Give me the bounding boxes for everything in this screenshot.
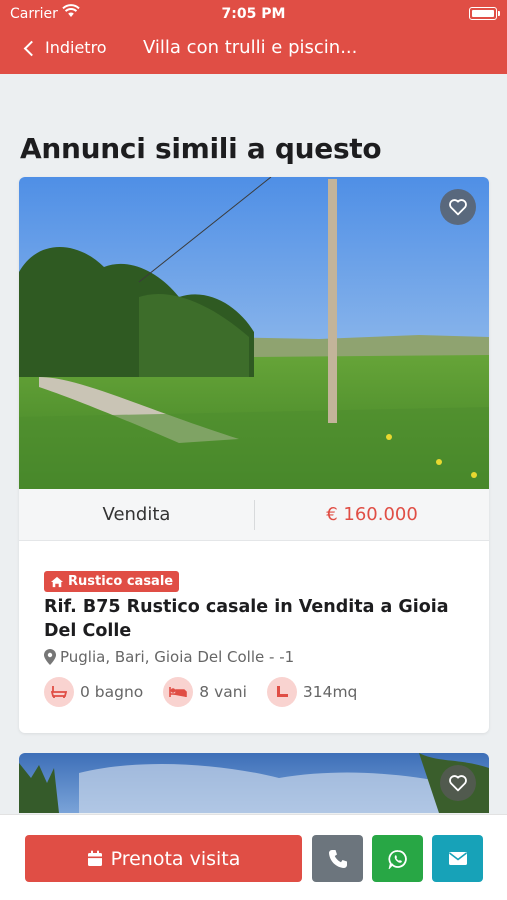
chevron-left-icon: [23, 40, 40, 56]
listing-price: € 160.000: [326, 504, 418, 525]
category-badge: Rustico casale: [44, 571, 180, 592]
feature-rooms: 8 vani: [163, 677, 247, 707]
heart-icon: [449, 199, 467, 216]
feature-area: 314mq: [266, 677, 358, 707]
navigation-bar: Carrier 7:05 PM Indietro Villa con trull…: [0, 0, 507, 74]
listing-card[interactable]: Vendita € 160.000 Rustico casale Rif. B7…: [19, 177, 489, 733]
location-text: Puglia, Bari, Gioia Del Colle - -1: [60, 648, 295, 666]
back-label: Indietro: [45, 38, 107, 57]
section-title: Annunci simili a questo: [20, 132, 382, 165]
clock: 7:05 PM: [221, 6, 286, 22]
phone-icon: [328, 849, 347, 868]
listing-title[interactable]: Rif. B75 Rustico casale in Vendita a Gio…: [44, 595, 474, 643]
bath-icon: [44, 677, 74, 707]
email-button[interactable]: [432, 835, 483, 882]
envelope-icon: [448, 852, 467, 865]
back-button[interactable]: Indietro: [23, 38, 107, 57]
status-bar: Carrier 7:05 PM: [0, 0, 507, 28]
category-label: Rustico casale: [68, 574, 174, 589]
listing-card-2[interactable]: [19, 753, 489, 813]
whatsapp-icon: [387, 849, 407, 869]
bathrooms-label: 0 bagno: [80, 683, 144, 701]
listing-location: Puglia, Bari, Gioia Del Colle - -1: [44, 648, 294, 666]
heart-icon: [449, 775, 467, 792]
favorite-button-2[interactable]: [440, 765, 476, 801]
area-label: 314mq: [302, 683, 358, 701]
calendar-icon: [87, 850, 102, 866]
area-icon: [266, 677, 297, 707]
map-pin-icon: [44, 649, 56, 665]
call-button[interactable]: [312, 835, 363, 882]
whatsapp-button[interactable]: [372, 835, 423, 882]
contract-type: Vendita: [102, 504, 171, 525]
action-bar: Prenota visita: [0, 814, 507, 900]
page-title: Villa con trulli e piscin...: [143, 37, 358, 58]
rooms-label: 8 vani: [199, 683, 247, 701]
battery-icon: [469, 7, 500, 20]
favorite-button[interactable]: [440, 189, 476, 225]
price-bar: Vendita € 160.000: [19, 489, 489, 541]
feature-list: 0 bagno 8 vani 314mq: [44, 677, 357, 707]
book-visit-button[interactable]: Prenota visita: [25, 835, 302, 882]
feature-bathrooms: 0 bagno: [44, 677, 143, 707]
home-icon: [51, 576, 63, 587]
listing-photo[interactable]: [19, 177, 489, 489]
book-visit-label: Prenota visita: [110, 847, 241, 870]
bed-icon: [163, 677, 194, 707]
